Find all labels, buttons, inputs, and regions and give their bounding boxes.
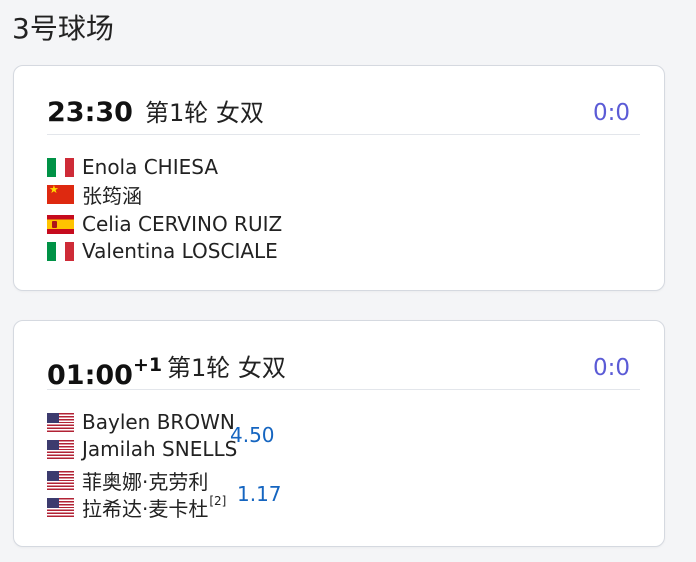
player-name: 菲奥娜·克劳利: [82, 469, 209, 494]
italy-flag-icon: [47, 241, 74, 261]
usa-flag-icon: [47, 412, 74, 432]
spain-flag-icon: [47, 214, 74, 234]
seed-badge: [2]: [209, 494, 227, 508]
court-title: 3号球场: [12, 12, 114, 45]
player-name: Jamilah SNELLS: [82, 437, 238, 461]
player-name: Enola CHIESA: [82, 155, 219, 179]
usa-flag-icon: [47, 470, 74, 490]
player-row[interactable]: 菲奥娜·克劳利: [47, 467, 209, 494]
match-header: 01:00+1 第1轮 女双 0:0: [47, 349, 640, 391]
player-row[interactable]: 张筠涵: [47, 181, 142, 208]
player-name: Valentina LOSCIALE: [82, 239, 278, 263]
player-row[interactable]: Baylen BROWN: [47, 409, 235, 435]
player-row[interactable]: Jamilah SNELLS: [47, 436, 237, 462]
match-time: 23:30: [47, 97, 133, 128]
usa-flag-icon: [47, 439, 74, 459]
next-day-marker: +1: [132, 354, 163, 376]
match-card[interactable]: 23:30 第1轮 女双 0:0 Enola CHIESA 张筠涵 Celia …: [13, 65, 665, 291]
match-round: 第1轮 女双: [145, 99, 264, 127]
match-score[interactable]: 0:0: [593, 349, 630, 387]
team-odds[interactable]: 4.50: [230, 423, 275, 447]
player-name: Baylen BROWN: [82, 410, 235, 434]
match-header: 23:30 第1轮 女双 0:0: [47, 94, 640, 135]
player-row[interactable]: Valentina LOSCIALE: [47, 238, 278, 264]
player-name: 张筠涵: [82, 183, 142, 208]
player-name: Celia CERVINO RUIZ: [82, 212, 283, 236]
time-value: 01:00: [47, 360, 133, 391]
match-round: 第1轮 女双: [167, 354, 286, 382]
match-time: 01:00+1: [47, 349, 162, 395]
usa-flag-icon: [47, 497, 74, 517]
china-flag-icon: [47, 184, 74, 204]
italy-flag-icon: [47, 157, 74, 177]
match-score[interactable]: 0:0: [593, 94, 630, 132]
match-card[interactable]: 01:00+1 第1轮 女双 0:0 Baylen BROWN Jamilah …: [13, 320, 665, 547]
player-row[interactable]: Celia CERVINO RUIZ: [47, 211, 282, 237]
team-odds[interactable]: 1.17: [237, 482, 282, 506]
player-name: 拉希达·麦卡杜: [82, 496, 209, 521]
player-row[interactable]: Enola CHIESA: [47, 154, 218, 180]
player-row[interactable]: 拉希达·麦卡杜 [2]: [47, 494, 227, 521]
